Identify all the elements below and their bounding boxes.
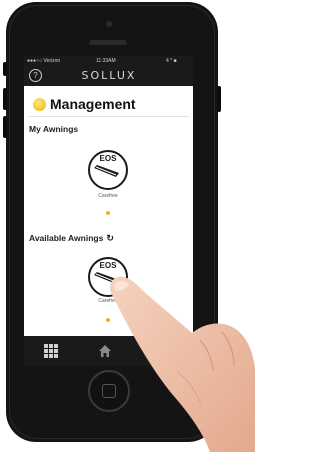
pointing-hand-overlay — [109, 276, 255, 452]
